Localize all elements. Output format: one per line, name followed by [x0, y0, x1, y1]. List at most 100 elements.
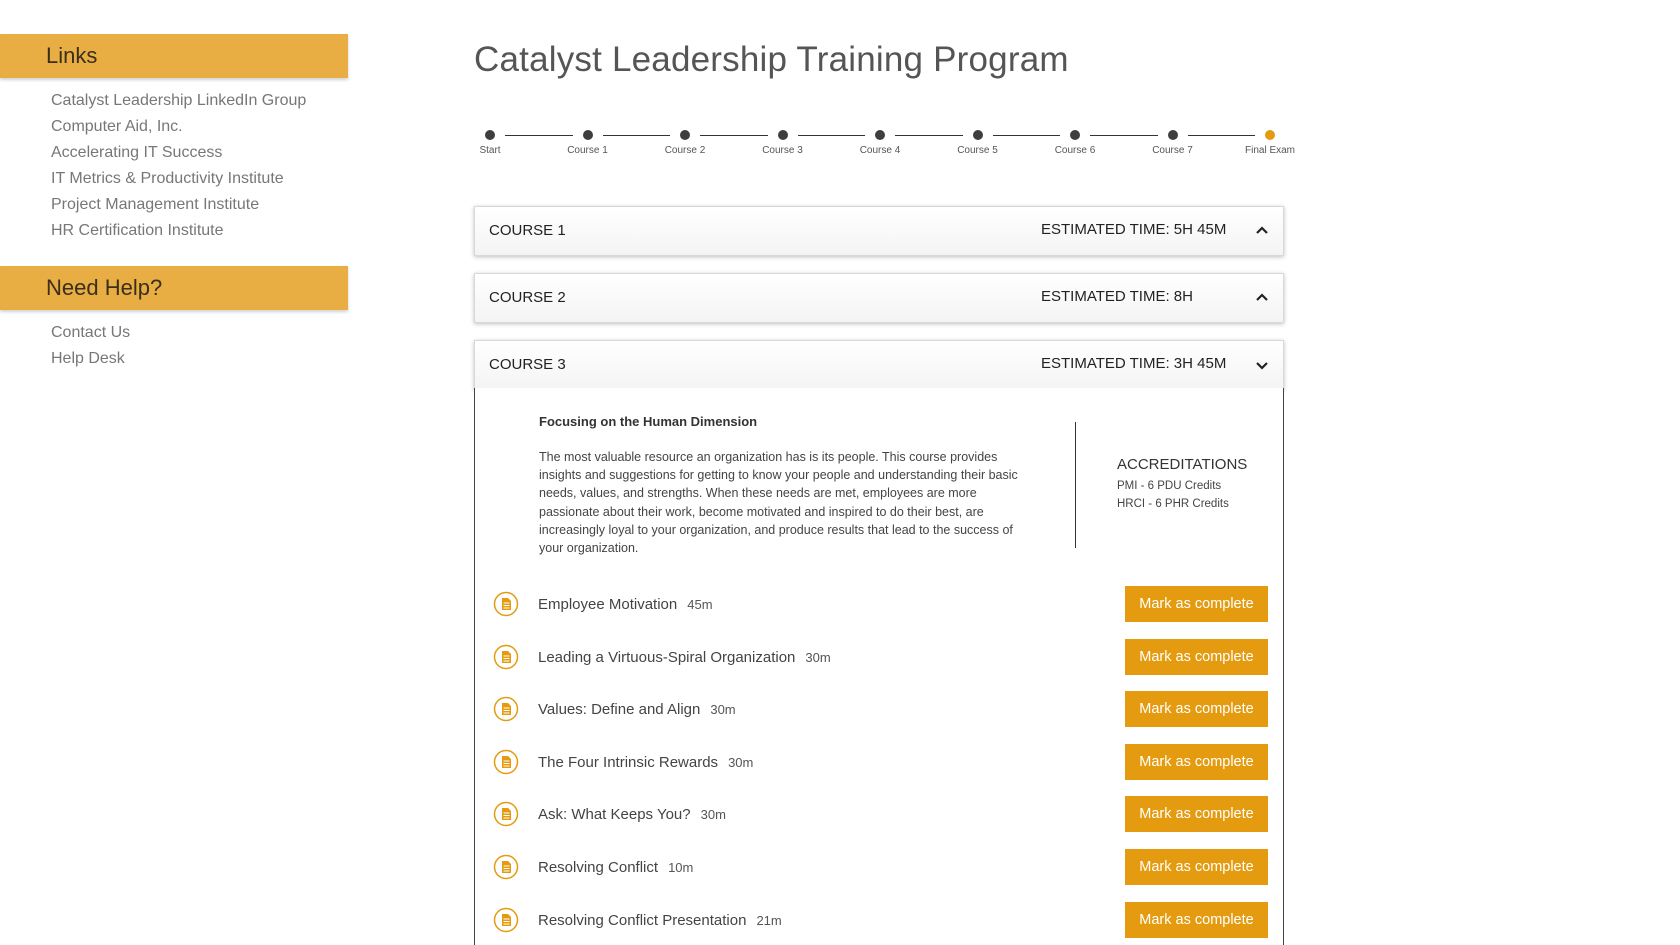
progress-dot [582, 130, 593, 140]
progress-dot [972, 130, 983, 140]
course-description-title: Focusing on the Human Dimension [539, 414, 758, 429]
lesson-duration: 30m [710, 702, 736, 718]
progress-step-label: Course 7 [1152, 145, 1193, 156]
progress-step[interactable]: Final Exam [1230, 130, 1310, 156]
lesson-row: Resolving Conflict 10m Mark as complete [493, 849, 1268, 885]
progress-step-label: Course 3 [762, 145, 803, 156]
mark-complete-button[interactable]: Mark as complete [1125, 586, 1268, 622]
help-header: Need Help? [0, 266, 348, 310]
progress-step[interactable]: Course 6 [1035, 130, 1115, 156]
document-icon [493, 644, 519, 669]
progress-step-label: Start [479, 145, 501, 156]
course-name: COURSE 3 [489, 356, 566, 373]
link-accelerating-it[interactable]: Accelerating IT Success [51, 140, 348, 166]
mark-complete-button[interactable]: Mark as complete [1125, 901, 1268, 938]
course-2-header[interactable]: COURSE 2 ESTIMATED TIME: 8H [474, 273, 1284, 323]
lesson-row: Values: Define and Align 30m Mark as compl… [493, 691, 1268, 728]
lesson-duration: 30m [805, 649, 831, 665]
progress-step[interactable]: Course 3 [743, 130, 823, 156]
lesson-title-text: Values: Define and Align [538, 701, 701, 719]
link-computer-aid[interactable]: Computer Aid, Inc. [51, 114, 348, 140]
lesson-duration: 10m [668, 860, 694, 875]
mark-complete-button[interactable]: Mark as complete [1125, 638, 1268, 675]
progress-step[interactable]: Course 5 [938, 130, 1018, 156]
accreditation-hrci: HRCI - 6 PHR Credits [1117, 498, 1229, 510]
document-icon [493, 591, 519, 617]
progress-tracker: Start Course 1 Course 2 Course 3 Course 4 Cou… [474, 130, 1314, 160]
progress-dot [680, 130, 690, 140]
progress-step[interactable]: Course 4 [840, 130, 920, 156]
course-estimated-time: ESTIMATED TIME: 5H 45M [1041, 221, 1227, 238]
link-hr-certification[interactable]: HR Certification Institute [51, 218, 348, 244]
link-it-metrics[interactable]: IT Metrics & Productivity Institute [51, 166, 348, 192]
lesson-title[interactable]: Resolving Conflict Presentation 21m [538, 912, 782, 929]
progress-dot [777, 130, 788, 140]
progress-step-label: Course 5 [957, 145, 998, 156]
course-description: The most valuable resource an organizati… [539, 450, 1018, 556]
lesson-title[interactable]: Employee Motivation 45m [538, 596, 713, 613]
lesson-row: Ask: What Keeps You? 30m Mark as complete [493, 796, 1268, 833]
progress-step-label: Course 2 [664, 145, 706, 156]
lesson-duration: 30m [728, 754, 754, 770]
lesson-title-text: Employee Motivation [538, 596, 678, 613]
document-icon [493, 802, 519, 827]
lesson-title[interactable]: Leading a Virtuous-Spiral Organization 30… [538, 649, 831, 666]
link-help-desk[interactable]: Help Desk [51, 346, 348, 372]
links-header: Links [0, 34, 348, 78]
progress-step[interactable]: Course 7 [1133, 130, 1213, 156]
divider [1075, 422, 1076, 548]
progress-dot [485, 130, 495, 140]
lesson-title[interactable]: Values: Define and Align 30m [538, 701, 736, 718]
accreditation-pmi: PMI - 6 PDU Credits [1117, 480, 1222, 492]
link-catalyst-linkedin[interactable]: Catalyst Leadership LinkedIn Group [51, 88, 348, 114]
lesson-title-text: Leading a Virtuous-Spiral Organization [538, 648, 796, 666]
document-icon [493, 749, 519, 775]
lesson-duration: 30m [700, 807, 726, 823]
mark-complete-button[interactable]: Mark as complete [1125, 796, 1268, 833]
lesson-duration: 21m [756, 912, 782, 928]
progress-step-label: Final Exam [1244, 145, 1295, 156]
lesson-row: Employee Motivation 45m Mark as complete [493, 586, 1268, 622]
chevron-up-icon[interactable] [1253, 222, 1271, 240]
progress-dot [1167, 130, 1178, 140]
course-estimated-time: ESTIMATED TIME: 3H 45M [1041, 355, 1227, 372]
lesson-title-text: Resolving Conflict [538, 859, 659, 876]
chevron-up-icon[interactable] [1253, 289, 1271, 307]
progress-step-label: Course 1 [567, 145, 608, 156]
course-name: COURSE 1 [489, 222, 566, 239]
progress-step-label: Course 4 [859, 145, 901, 156]
progress-step[interactable]: Course 2 [645, 130, 725, 156]
lesson-title[interactable]: The Four Intrinsic Rewards 30m [538, 754, 753, 771]
progress-dot [875, 130, 885, 140]
mark-complete-button[interactable]: Mark as complete [1125, 743, 1268, 780]
mark-complete-button[interactable]: Mark as complete [1125, 691, 1268, 728]
document-icon [493, 907, 519, 932]
page-title: Catalyst Leadership Training Program [474, 40, 1069, 79]
course-1-header[interactable]: COURSE 1 ESTIMATED TIME: 5H 45M [474, 206, 1284, 256]
accreditations-title: ACCREDITATIONS [1117, 456, 1248, 473]
lesson-row: Leading a Virtuous-Spiral Organization 30… [493, 638, 1268, 675]
lesson-duration: 45m [687, 597, 713, 612]
mark-complete-button[interactable]: Mark as complete [1125, 849, 1268, 885]
course-name: COURSE 2 [489, 289, 566, 306]
link-pmi[interactable]: Project Management Institute [51, 192, 348, 218]
progress-step[interactable]: Start [450, 130, 530, 156]
links-list: Catalyst Leadership LinkedIn Group Compu… [0, 78, 348, 244]
link-contact-us[interactable]: Contact Us [51, 320, 348, 346]
lesson-title[interactable]: Ask: What Keeps You? 30m [538, 806, 726, 823]
sidebar: Links Catalyst Leadership LinkedIn Group… [0, 34, 348, 372]
progress-step-label: Course 6 [1054, 145, 1096, 156]
help-list: Contact Us Help Desk [0, 310, 348, 372]
progress-dot [1070, 130, 1080, 140]
document-icon [493, 696, 519, 722]
course-estimated-time: ESTIMATED TIME: 8H [1041, 288, 1193, 305]
progress-dot [1265, 130, 1275, 140]
course-3-header[interactable]: COURSE 3 ESTIMATED TIME: 3H 45M [474, 340, 1284, 390]
lesson-title-text: The Four Intrinsic Rewards [538, 753, 719, 771]
lesson-row: The Four Intrinsic Rewards 30m Mark as com… [493, 743, 1268, 780]
progress-step[interactable]: Course 1 [548, 130, 628, 156]
course-3-body: Focusing on the Human Dimension The most… [474, 388, 1284, 945]
chevron-down-icon[interactable] [1253, 356, 1271, 374]
lesson-row: Resolving Conflict Presentation 21m Mark a… [493, 901, 1268, 938]
lesson-title[interactable]: Resolving Conflict 10m [538, 859, 693, 876]
